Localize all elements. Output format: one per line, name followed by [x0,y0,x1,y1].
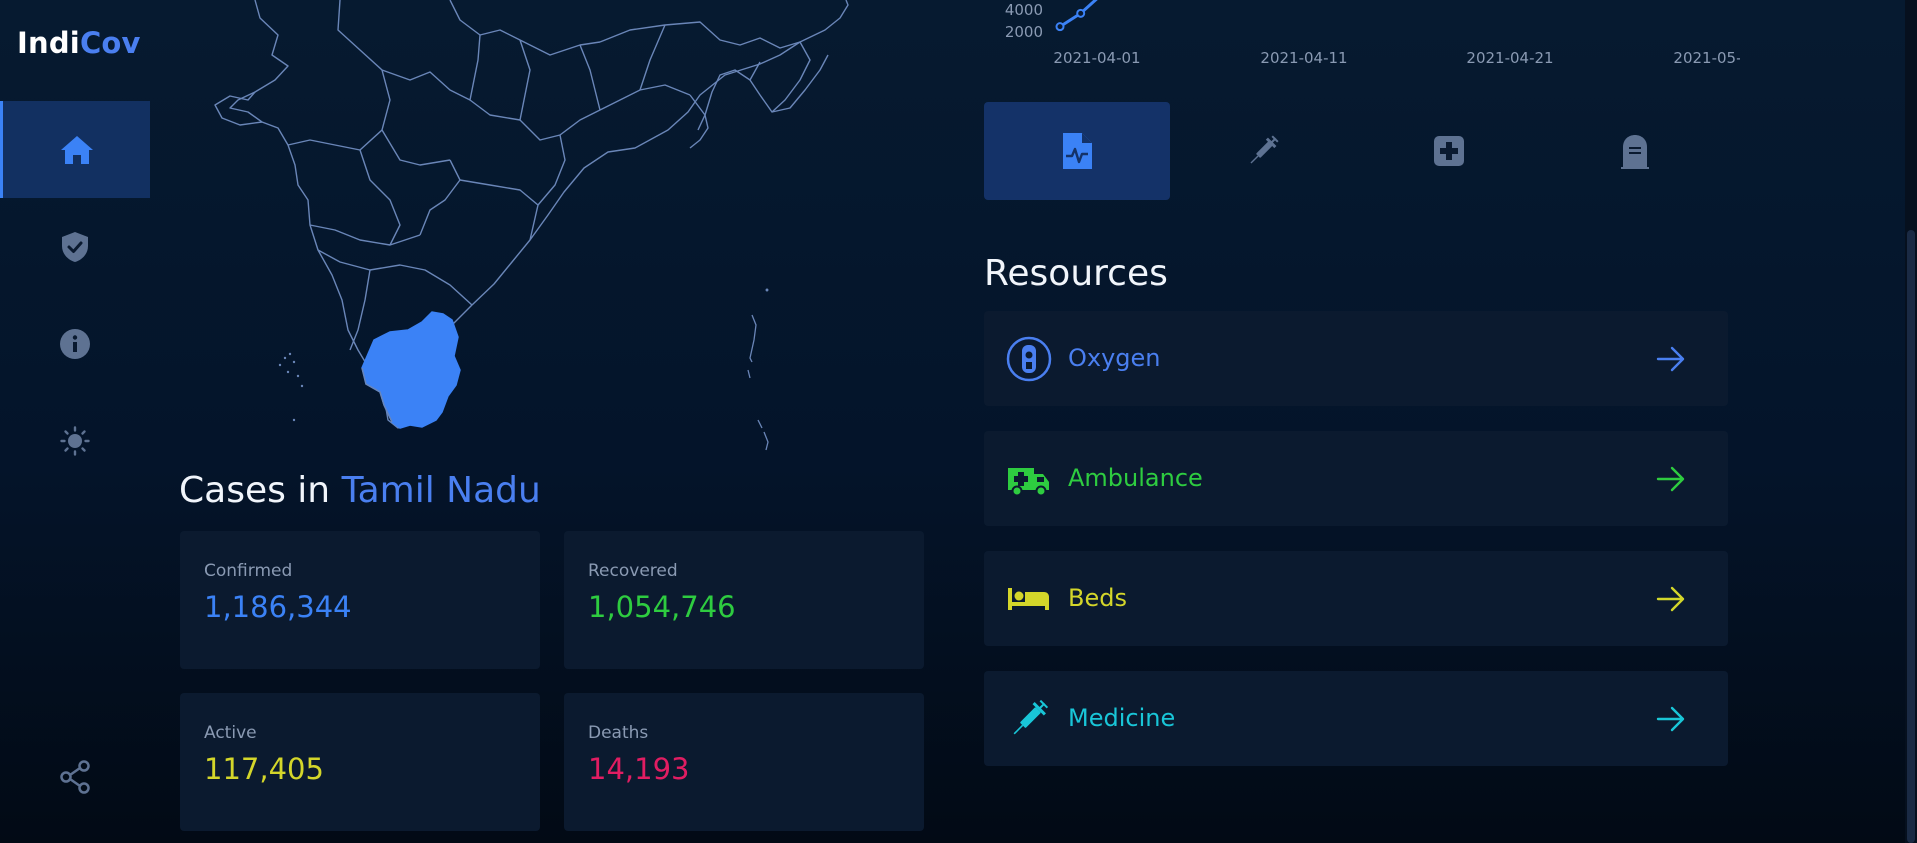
stat-card-active: Active 117,405 [180,693,540,831]
chart-series-line [1059,0,1098,28]
map-state-tamil-nadu[interactable] [361,311,461,429]
brand-logo[interactable]: IndiCov [17,26,141,60]
page-scrollbar-thumb[interactable] [1907,230,1915,843]
brand-part-1: Indi [17,26,80,60]
chart-y-tick-label: 4000 [1005,1,1043,19]
syringe-icon [1013,699,1049,735]
tab-medical-report[interactable] [984,102,1170,200]
share-button[interactable] [0,728,150,825]
stat-label: Deaths [588,723,649,743]
chart-x-tick-label: 2021-04-11 [1260,49,1347,67]
bed-icon [1008,588,1049,610]
stat-card-recovered: Recovered 1,054,746 [564,531,924,669]
resource-card-medicine[interactable]: Medicine [984,671,1728,766]
stat-card-confirmed: Confirmed 1,186,344 [180,531,540,669]
stat-value: 117,405 [204,752,324,786]
cases-title-state: Tamil Nadu [341,470,541,511]
stat-label: Confirmed [204,561,293,581]
resource-label: Oxygen [1068,344,1161,372]
shield-check-icon [62,231,88,262]
chart-x-tick-label: 2021-04-21 [1466,49,1553,67]
resource-card-ambulance[interactable]: Ambulance [984,431,1728,526]
brand-part-2: Cov [79,26,141,60]
share-icon [60,759,90,794]
sun-icon [60,425,90,456]
cases-title: Cases in Tamil Nadu [179,470,541,511]
stat-label: Active [204,723,257,743]
resource-label: Medicine [1068,704,1176,732]
ambulance-icon [1008,468,1049,497]
stat-value: 14,193 [588,752,690,786]
tombstone-icon [1621,135,1649,169]
resource-label: Ambulance [1068,464,1203,492]
resources-title: Resources [984,253,1168,294]
cases-title-prefix: Cases in [179,470,342,511]
sidebar-item-vaccine[interactable] [0,198,150,295]
stat-label: Recovered [588,561,678,581]
sidebar-item-home[interactable] [0,101,150,198]
arrow-right-icon [1656,586,1685,612]
sidebar-item-about[interactable] [0,295,150,392]
arrow-right-icon [1656,346,1685,372]
lakshadweep-islands [278,352,304,422]
tab-deaths[interactable] [1542,102,1728,200]
resource-label: Beds [1068,584,1127,612]
map-outline [229,0,849,429]
page-scrollbar-track[interactable] [1905,0,1917,843]
sidebar-item-theme[interactable] [0,392,150,489]
stat-value: 1,054,746 [588,590,736,624]
syringe-icon [1250,135,1279,164]
stat-value: 1,186,344 [204,590,352,624]
chart-x-tick-label: 2021-05-01 [1673,49,1740,67]
sidebar: IndiCov [0,0,150,843]
cases-trend-chart: 4000 2000 2021-04-01 2021-04-11 2021-04-21 20… [1005,0,1740,67]
india-map[interactable] [160,0,920,470]
medical-report-icon [1063,133,1092,169]
info-icon [60,328,90,359]
tab-vaccine[interactable] [1170,102,1356,200]
chart-y-tick-label: 2000 [1005,23,1043,41]
oxygen-icon [1006,336,1052,382]
resource-card-oxygen[interactable]: Oxygen [984,311,1728,406]
home-icon [60,135,93,164]
chart-data-point[interactable] [1055,22,1065,32]
arrow-right-icon [1656,706,1685,732]
tab-hospital[interactable] [1356,102,1542,200]
andaman-nicobar-islands [747,288,769,451]
arrow-right-icon [1656,466,1685,492]
stat-card-deaths: Deaths 14,193 [564,693,924,831]
medical-plus-icon [1434,136,1464,166]
resource-card-beds[interactable]: Beds [984,551,1728,646]
chart-x-tick-label: 2021-04-01 [1053,49,1140,67]
chart-data-point[interactable] [1076,8,1086,18]
